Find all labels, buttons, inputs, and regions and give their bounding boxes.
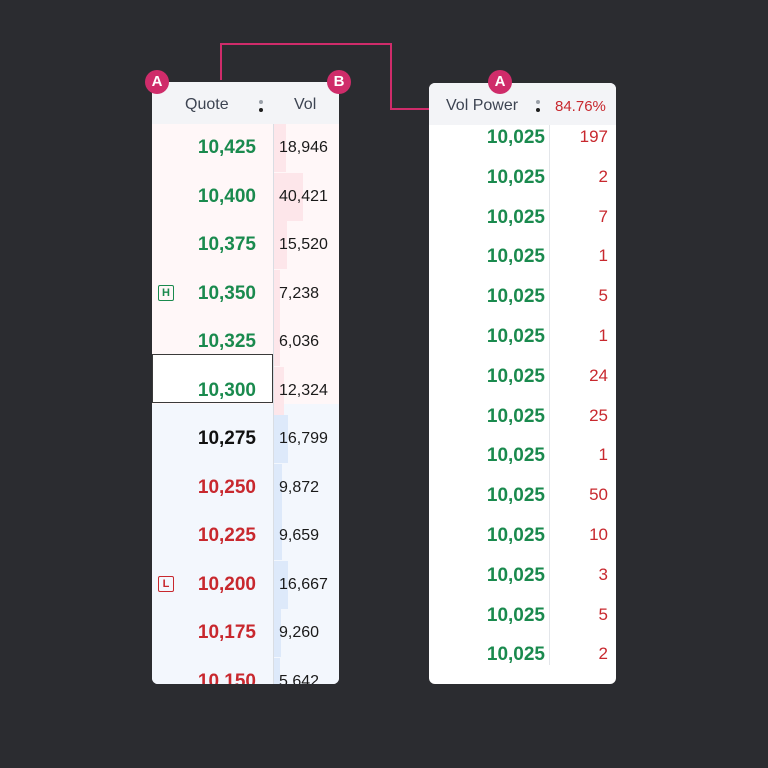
tick-list-body: 10,025 197 10,025 2 10,025 7 10,025 1 10,025 5 10,… bbox=[429, 125, 616, 684]
more-vertical-icon[interactable] bbox=[259, 98, 263, 114]
volume-cell: 9,260 bbox=[279, 624, 320, 641]
tick-price-cell: 10,025 bbox=[486, 564, 545, 586]
tick-volume-cell: 2 bbox=[598, 644, 608, 664]
tick-volume-cell: 3 bbox=[598, 564, 608, 584]
tick-row: 10,025 2 bbox=[429, 642, 616, 682]
tick-volume-cell: 50 bbox=[589, 485, 608, 505]
tick-volume-cell: 5 bbox=[598, 286, 608, 306]
order-book-row[interactable]: 10,400 40,421 bbox=[152, 172, 339, 221]
tick-price-cell: 10,025 bbox=[486, 445, 545, 467]
price-cell: 10,225 bbox=[197, 525, 256, 546]
volume-cell: 15,520 bbox=[279, 236, 328, 253]
annotation-connector-line bbox=[220, 43, 431, 110]
price-cell: 10,150 bbox=[197, 670, 256, 685]
tick-row: 10,025 1 bbox=[429, 324, 616, 364]
tick-price-cell: 10,025 bbox=[486, 525, 545, 546]
price-cell: 10,350 bbox=[197, 282, 256, 304]
tick-row: 10,025 7 bbox=[429, 205, 616, 245]
volume-cell: 9,872 bbox=[279, 478, 320, 496]
price-cell: 10,200 bbox=[197, 573, 256, 595]
annotation-badge-b: B bbox=[327, 70, 351, 94]
order-book-body: 10,425 18,946 10,400 40,421 10,375 15,520 H 10,… bbox=[152, 124, 339, 684]
tick-row: 10,025 1 bbox=[429, 443, 616, 483]
vol-power-header: Vol Power 84.76% bbox=[429, 83, 616, 125]
tick-row: 10,025 3 bbox=[429, 563, 616, 603]
volume-cell: 16,667 bbox=[279, 575, 328, 593]
order-book-row[interactable]: 10,175 9,260 bbox=[152, 609, 339, 657]
order-book-row[interactable]: 10,150 5,642 bbox=[152, 657, 339, 685]
tick-volume-cell: 24 bbox=[589, 365, 608, 385]
tick-volume-cell: 1 bbox=[598, 246, 608, 266]
low-price-marker: L bbox=[158, 575, 174, 592]
order-book-row[interactable]: 10,375 15,520 bbox=[152, 221, 339, 269]
price-cell: 10,275 bbox=[197, 428, 256, 449]
tick-row: 10,025 5 bbox=[429, 284, 616, 324]
order-book-row[interactable]: 10,250 9,872 bbox=[152, 463, 339, 512]
volume-cell: 40,421 bbox=[279, 187, 328, 205]
tick-price-cell: 10,025 bbox=[486, 604, 545, 626]
quote-column-header[interactable]: Quote bbox=[185, 96, 229, 114]
tick-row: 10,025 2 bbox=[429, 165, 616, 205]
tick-volume-cell: 1 bbox=[598, 326, 608, 345]
tick-volume-cell: 197 bbox=[579, 127, 608, 146]
tick-row: 10,025 25 bbox=[429, 404, 616, 444]
price-cell: 10,300 bbox=[197, 379, 256, 401]
tick-price-cell: 10,025 bbox=[486, 485, 545, 507]
annotation-badge-a: A bbox=[145, 70, 169, 94]
tick-price-cell: 10,025 bbox=[486, 166, 545, 188]
order-book-row[interactable]: 10,325 6,036 bbox=[152, 318, 339, 366]
price-cell: 10,375 bbox=[197, 234, 256, 255]
price-cell: 10,400 bbox=[197, 185, 256, 207]
order-book-row[interactable]: H 10,350 7,238 bbox=[152, 269, 339, 318]
vol-power-value: 84.76% bbox=[555, 98, 606, 115]
tick-row: 10,025 24 bbox=[429, 364, 616, 404]
tick-volume-cell: 1 bbox=[598, 445, 608, 465]
price-cell: 10,175 bbox=[197, 622, 256, 643]
vol-column-header[interactable]: Vol bbox=[294, 96, 316, 114]
order-book-panel: Quote Vol 10,425 18,946 10,400 40,421 10,375… bbox=[152, 82, 339, 684]
tick-price-cell: 10,025 bbox=[486, 286, 545, 308]
volume-cell: 12,324 bbox=[279, 381, 328, 399]
tick-price-cell: 10,025 bbox=[486, 644, 545, 666]
vol-power-title[interactable]: Vol Power bbox=[446, 97, 518, 115]
vol-power-panel: Vol Power 84.76% 10,025 197 10,025 2 10,025 7… bbox=[429, 83, 616, 684]
order-book-header: Quote Vol bbox=[152, 82, 339, 124]
high-price-marker: H bbox=[158, 284, 174, 301]
tick-price-cell: 10,025 bbox=[486, 206, 545, 228]
volume-cell: 18,946 bbox=[279, 139, 328, 156]
order-book-row[interactable]: L 10,200 16,667 bbox=[152, 560, 339, 609]
tick-volume-cell: 25 bbox=[589, 405, 608, 425]
price-cell: 10,250 bbox=[197, 476, 256, 498]
tick-row: 10,025 197 bbox=[429, 125, 616, 165]
tick-row: 10,025 50 bbox=[429, 483, 616, 523]
volume-cell: 5,642 bbox=[279, 672, 320, 685]
tick-volume-cell: 2 bbox=[598, 166, 608, 186]
tick-row: 10,025 1 bbox=[429, 244, 616, 284]
order-book-row[interactable]: 10,275 16,799 bbox=[152, 415, 339, 463]
order-book-row[interactable]: 10,225 9,659 bbox=[152, 512, 339, 560]
volume-cell: 9,659 bbox=[279, 527, 320, 544]
volume-cell: 6,036 bbox=[279, 333, 320, 350]
tick-price-cell: 10,025 bbox=[486, 405, 545, 427]
more-vertical-icon[interactable] bbox=[536, 98, 540, 114]
order-book-row[interactable]: 10,425 18,946 bbox=[152, 124, 339, 172]
volume-cell: 7,238 bbox=[279, 284, 320, 302]
tick-volume-cell: 7 bbox=[598, 206, 608, 226]
order-book-row-selected[interactable]: 10,300 12,324 bbox=[152, 366, 339, 415]
tick-row: 10,025 5 bbox=[429, 603, 616, 643]
tick-price-cell: 10,025 bbox=[486, 127, 545, 148]
tick-price-cell: 10,025 bbox=[486, 246, 545, 268]
tick-price-cell: 10,025 bbox=[486, 365, 545, 387]
price-cell: 10,325 bbox=[197, 331, 256, 352]
volume-cell: 16,799 bbox=[279, 430, 328, 447]
annotation-badge-a: A bbox=[488, 70, 512, 94]
tick-price-cell: 10,025 bbox=[486, 326, 545, 347]
tick-volume-cell: 5 bbox=[598, 604, 608, 624]
price-cell: 10,425 bbox=[197, 137, 256, 158]
tick-row: 10,025 10 bbox=[429, 523, 616, 563]
tick-volume-cell: 10 bbox=[589, 525, 608, 544]
